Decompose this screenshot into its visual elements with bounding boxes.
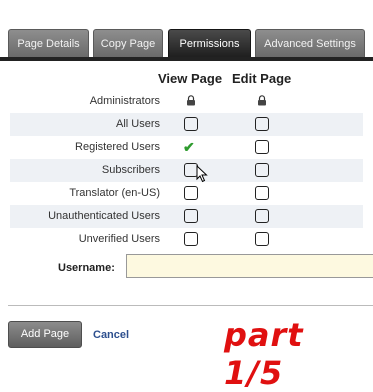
permission-row-translator: Translator (en-US)	[10, 182, 363, 205]
cancel-link[interactable]: Cancel	[93, 329, 129, 341]
row-label: All Users	[115, 118, 160, 130]
view-permission-checkbox[interactable]	[184, 186, 198, 200]
permission-row-registered-users: Registered Users ✔	[10, 136, 363, 159]
username-input[interactable]	[126, 254, 373, 278]
tab-page-details[interactable]: Page Details	[8, 29, 89, 57]
row-label: Subscribers	[101, 164, 160, 176]
lock-icon	[187, 95, 195, 106]
permission-row-unauthenticated-users: Unauthenticated Users	[10, 205, 363, 228]
tab-copy-page[interactable]: Copy Page	[93, 29, 163, 57]
tab-advanced-settings[interactable]: Advanced Settings	[255, 29, 365, 57]
tab-underline	[0, 57, 373, 61]
edit-permission-checkbox[interactable]	[255, 186, 269, 200]
username-label: Username:	[58, 262, 115, 274]
lock-icon	[258, 95, 266, 106]
view-permission-checkbox[interactable]	[184, 232, 198, 246]
tab-permissions[interactable]: Permissions	[168, 29, 251, 57]
row-label: Unverified Users	[78, 233, 160, 245]
permission-row-unverified-users: Unverified Users	[10, 228, 363, 251]
edit-permission-checkbox[interactable]	[255, 140, 269, 154]
edit-permission-checkbox[interactable]	[255, 232, 269, 246]
col-header-view-page: View Page	[158, 71, 223, 86]
row-label: Registered Users	[75, 141, 160, 153]
permission-row-all-users: All Users	[10, 113, 363, 136]
view-permission-checkbox[interactable]	[184, 117, 198, 131]
edit-permission-checkbox[interactable]	[255, 117, 269, 131]
col-header-edit-page: Edit Page	[232, 71, 292, 86]
edit-permission-checkbox[interactable]	[255, 209, 269, 223]
checkmark-icon[interactable]: ✔	[183, 136, 195, 158]
add-page-button[interactable]: Add Page	[8, 321, 82, 348]
edit-permission-checkbox[interactable]	[255, 163, 269, 177]
row-label: Administrators	[89, 95, 160, 107]
permission-row-administrators: Administrators	[10, 90, 363, 113]
permission-row-subscribers: Subscribers	[10, 159, 363, 183]
divider	[8, 305, 373, 306]
tab-bar: Page Details Copy Page Permissions Advan…	[0, 27, 373, 59]
part-caption: part 1/5	[224, 316, 304, 392]
view-permission-checkbox[interactable]	[184, 209, 198, 223]
row-label: Translator (en-US)	[69, 187, 160, 199]
mouse-cursor-icon	[196, 165, 208, 183]
row-label: Unauthenticated Users	[48, 210, 160, 222]
